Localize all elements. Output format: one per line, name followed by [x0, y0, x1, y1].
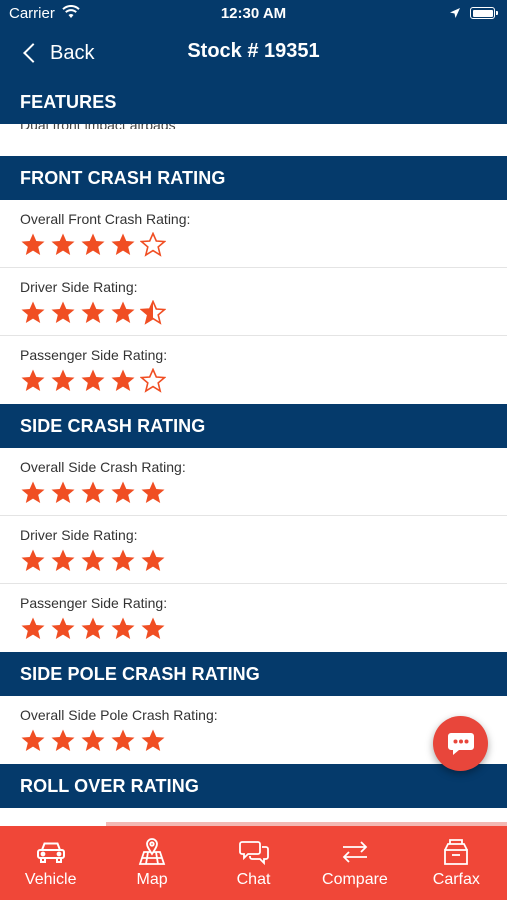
- tab-bar: Vehicle Map Chat Compare Carfax: [0, 826, 507, 900]
- map-icon: [137, 835, 167, 869]
- star-full-icon: [81, 617, 105, 639]
- car-icon: [36, 835, 66, 869]
- tab-carfax[interactable]: Carfax: [406, 826, 507, 900]
- star-full-icon: [111, 481, 135, 503]
- location-arrow-icon: [449, 6, 461, 24]
- star-full-icon: [51, 233, 75, 255]
- chat-icon: [238, 835, 270, 869]
- star-full-icon: [141, 617, 165, 639]
- star-full-icon: [51, 729, 75, 751]
- star-full-icon: [21, 369, 45, 391]
- status-bar: Carrier 12:30 AM: [0, 0, 507, 28]
- star-full-icon: [21, 233, 45, 255]
- features-header: FEATURES: [0, 80, 507, 124]
- rating-row: Overall Front Crash Rating:: [0, 200, 507, 268]
- rating-label: Overall Front Crash Rating:: [20, 211, 191, 227]
- ratings-scroll-view[interactable]: FEATURES Dual front impact airbags FRONT…: [0, 80, 507, 822]
- star-full-icon: [111, 729, 135, 751]
- tab-map-label: Map: [136, 871, 168, 888]
- rating-label: Overall Side Crash Rating:: [20, 459, 186, 475]
- rating-row: Driver Side Rating:: [0, 268, 507, 336]
- rating-row: Passenger Side Rating:: [0, 584, 507, 652]
- star-full-icon: [51, 549, 75, 571]
- star-full-icon: [111, 233, 135, 255]
- star-full-icon: [81, 729, 105, 751]
- rating-label: Driver Side Rating:: [20, 527, 138, 543]
- rating-row: Overall Side Pole Crash Rating:: [0, 696, 507, 764]
- tab-carfax-label: Carfax: [432, 871, 480, 888]
- star-rating: [20, 300, 170, 326]
- tab-chat[interactable]: Chat: [203, 826, 304, 900]
- page-title: Stock # 19351: [187, 40, 320, 62]
- star-full-icon: [81, 233, 105, 255]
- tab-chat-label: Chat: [236, 871, 271, 888]
- status-time: 12:30 AM: [220, 5, 287, 22]
- star-full-icon: [21, 729, 45, 751]
- navigation-bar: Back Stock # 19351: [0, 28, 507, 80]
- star-full-icon: [111, 369, 135, 391]
- star-full-icon: [141, 481, 165, 503]
- star-rating: [20, 368, 170, 394]
- star-full-icon: [51, 481, 75, 503]
- section-heading: SIDE CRASH RATING: [20, 416, 206, 436]
- tab-compare-label: Compare: [322, 871, 388, 888]
- features-heading: FEATURES: [20, 92, 117, 112]
- star-full-icon: [21, 481, 45, 503]
- chat-bubble-icon: [447, 732, 474, 755]
- star-empty-icon: [140, 232, 166, 257]
- rating-row: Overall Side Crash Rating:: [0, 448, 507, 516]
- rating-label: Overall Side Pole Crash Rating:: [20, 707, 218, 723]
- chat-fab-button[interactable]: [433, 716, 488, 771]
- section-header-roll-over-rating: ROLL OVER RATING: [0, 764, 507, 808]
- star-full-icon: [21, 549, 45, 571]
- star-full-icon: [81, 369, 105, 391]
- star-full-icon: [51, 301, 75, 323]
- star-full-icon: [111, 301, 135, 323]
- star-full-icon: [111, 549, 135, 571]
- section-heading: SIDE POLE CRASH RATING: [20, 664, 260, 684]
- section-heading: FRONT CRASH RATING: [20, 168, 226, 188]
- tab-vehicle[interactable]: Vehicle: [0, 826, 101, 900]
- tab-map[interactable]: Map: [101, 826, 202, 900]
- star-full-icon: [51, 617, 75, 639]
- star-empty-icon: [140, 368, 166, 393]
- star-rating: [20, 232, 170, 258]
- compare-arrows-icon: [340, 835, 370, 869]
- star-rating: [20, 616, 170, 642]
- tab-vehicle-label: Vehicle: [24, 871, 77, 888]
- rating-label: Passenger Side Rating:: [20, 595, 168, 611]
- rating-label: Passenger Side Rating:: [20, 347, 168, 363]
- star-full-icon: [81, 481, 105, 503]
- star-full-icon: [51, 369, 75, 391]
- star-rating: [20, 480, 170, 506]
- star-full-icon: [81, 301, 105, 323]
- rating-label: Driver Side Rating:: [20, 279, 138, 295]
- star-full-icon: [111, 617, 135, 639]
- carfax-box-icon: [442, 835, 470, 869]
- battery-icon: [470, 7, 498, 19]
- tab-compare[interactable]: Compare: [304, 826, 405, 900]
- star-full-icon: [81, 549, 105, 571]
- star-half-icon: [140, 300, 166, 325]
- star-full-icon: [21, 617, 45, 639]
- star-rating: [20, 728, 170, 754]
- section-heading: ROLL OVER RATING: [20, 776, 199, 796]
- rating-row: Driver Side Rating:: [0, 516, 507, 584]
- star-rating: [20, 548, 170, 574]
- star-full-icon: [21, 301, 45, 323]
- star-full-icon: [141, 549, 165, 571]
- section-header-side-crash-rating: SIDE CRASH RATING: [0, 404, 507, 448]
- star-full-icon: [141, 729, 165, 751]
- section-header-front-crash-rating: FRONT CRASH RATING: [0, 156, 507, 200]
- rating-row: Passenger Side Rating:: [0, 336, 507, 404]
- features-clipped-text: Dual front impact airbags: [20, 124, 176, 129]
- section-header-side-pole-crash-rating: SIDE POLE CRASH RATING: [0, 652, 507, 696]
